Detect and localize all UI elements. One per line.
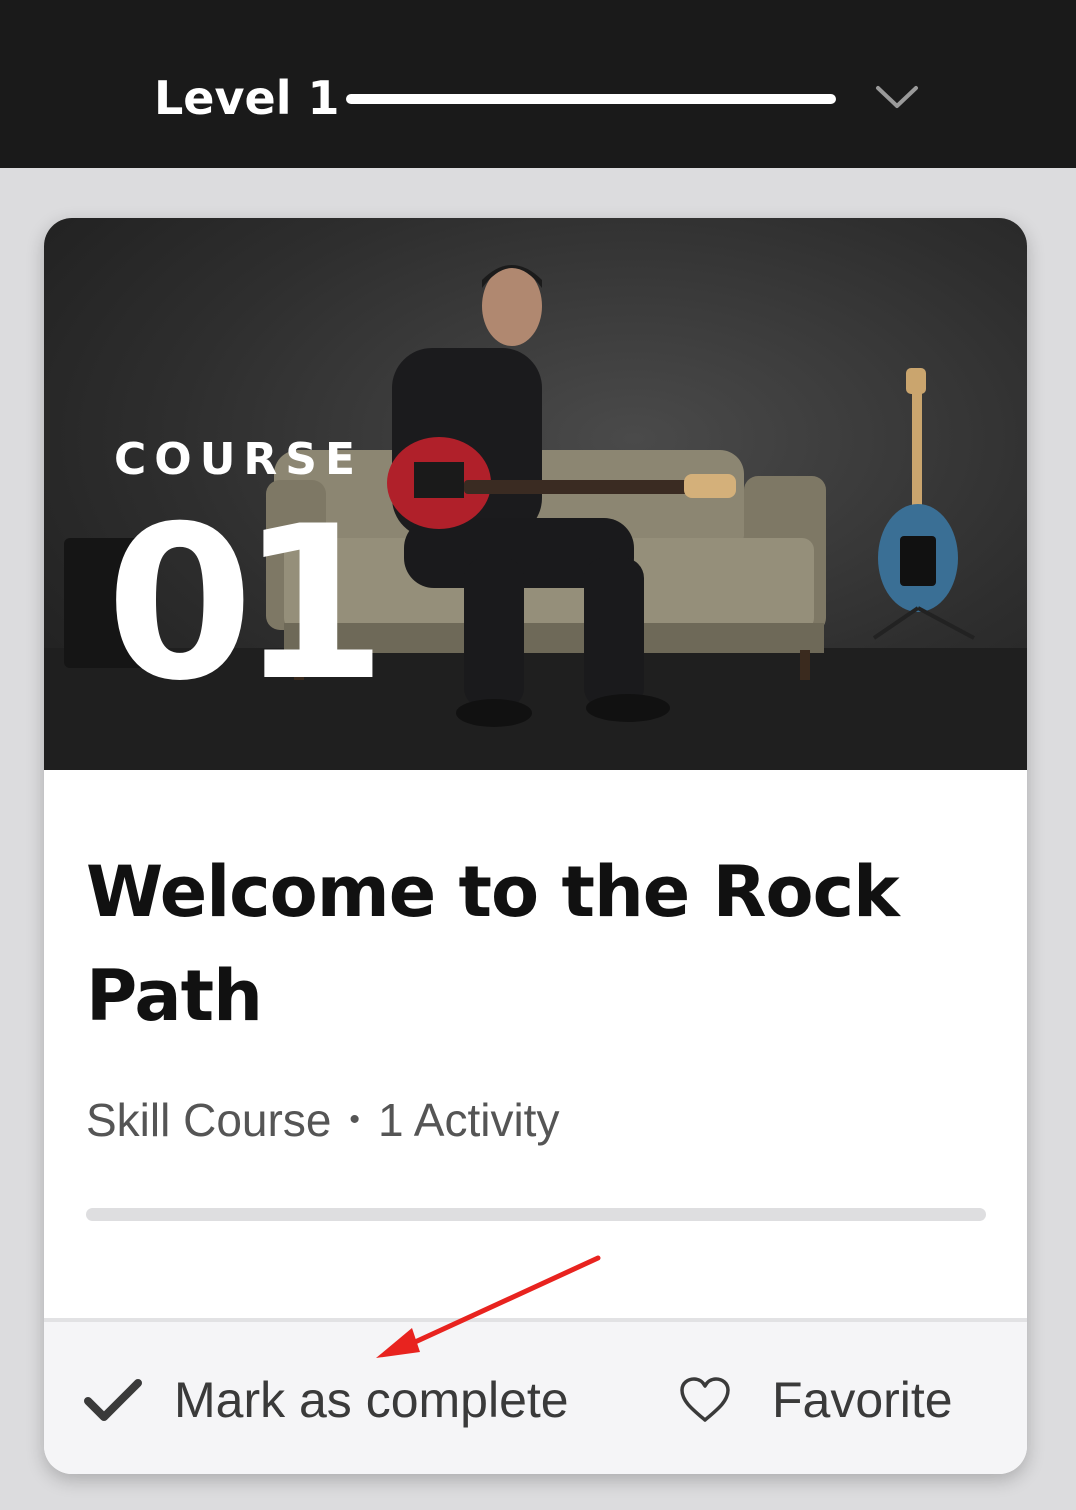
course-number: 01 [106, 480, 387, 727]
course-card[interactable]: COURSE 01 Welcome to the Rock Path Skill… [44, 218, 1027, 1474]
course-type: Skill Course [86, 1094, 332, 1146]
course-hero-image: COURSE 01 [44, 218, 1027, 770]
chevron-down-icon[interactable] [872, 76, 922, 116]
heart-outline-icon [680, 1377, 730, 1422]
top-bar: Level 1 [0, 0, 1076, 168]
check-icon [84, 1379, 142, 1421]
level-title: Level 1 [154, 71, 340, 125]
level-progress-fill [346, 94, 836, 104]
meta-separator: • [349, 1103, 360, 1136]
card-actions: Mark as complete Favorite [44, 1318, 1027, 1474]
course-progress-bar [86, 1208, 986, 1221]
favorite-button[interactable]: Favorite [678, 1360, 953, 1440]
course-meta: Skill Course • 1 Activity [86, 1090, 559, 1150]
mark-as-complete-label: Mark as complete [174, 1372, 569, 1428]
mark-as-complete-button[interactable]: Mark as complete [84, 1360, 569, 1440]
activity-count: 1 Activity [377, 1094, 560, 1146]
favorite-label: Favorite [772, 1372, 953, 1428]
level-progress-bar [346, 94, 836, 104]
course-title[interactable]: Welcome to the Rock Path [86, 840, 966, 1048]
